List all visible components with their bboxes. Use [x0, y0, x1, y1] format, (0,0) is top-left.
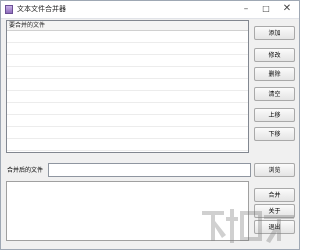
app-window: 文本文件合并器 – □ ✕ 要合并的文件 添加 修改 删除 清空 上移 下移 合…	[0, 0, 300, 250]
edit-button[interactable]: 修改	[254, 48, 295, 62]
add-button[interactable]: 添加	[254, 26, 295, 40]
maximize-icon[interactable]: □	[257, 2, 275, 16]
log-area[interactable]	[6, 181, 249, 241]
output-file-label: 合并后的文件	[7, 167, 44, 174]
title-bar: 文本文件合并器 – □ ✕	[1, 1, 299, 19]
exit-button[interactable]: 退出	[254, 220, 295, 234]
clear-button[interactable]: 清空	[254, 87, 295, 101]
move-up-button[interactable]: 上移	[254, 108, 295, 122]
window-title: 文本文件合并器	[17, 5, 66, 13]
about-button[interactable]: 关于	[254, 204, 295, 218]
browse-button[interactable]: 浏览	[254, 163, 295, 177]
app-icon	[5, 5, 13, 14]
file-list-header[interactable]: 要合并的文件	[7, 21, 248, 31]
file-list[interactable]: 要合并的文件	[6, 20, 249, 153]
file-list-rows[interactable]	[7, 31, 248, 152]
close-icon[interactable]: ✕	[277, 2, 297, 16]
output-file-field[interactable]	[48, 163, 251, 177]
move-down-button[interactable]: 下移	[254, 127, 295, 141]
delete-button[interactable]: 删除	[254, 67, 295, 81]
merge-button[interactable]: 合并	[254, 188, 295, 202]
file-list-column-header: 要合并的文件	[9, 22, 46, 29]
minimize-icon[interactable]: –	[237, 2, 255, 16]
